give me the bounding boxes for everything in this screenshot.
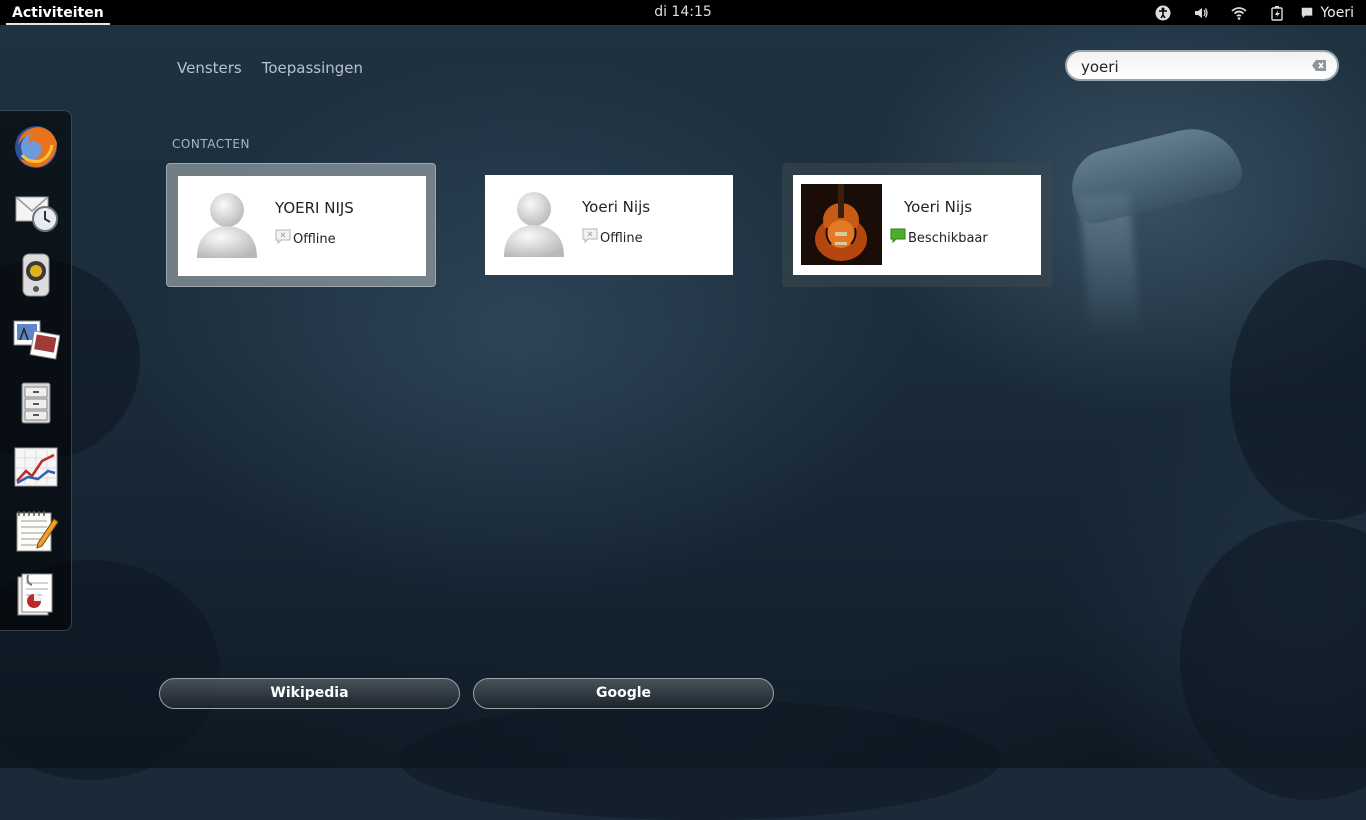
text-editor-icon: [16, 511, 59, 552]
wikipedia-search-button[interactable]: Wikipedia: [159, 678, 460, 709]
search-box[interactable]: [1065, 50, 1339, 81]
contact-status-text: Offline: [293, 232, 336, 247]
contact-card: Yoeri Nijs Beschikbaar: [793, 175, 1041, 275]
default-avatar-icon: [504, 192, 564, 257]
contact-card: Yoeri Nijs Offline: [485, 175, 733, 275]
dash-item-system-monitor[interactable]: [10, 441, 62, 493]
contact-status: Beschikbaar: [890, 228, 988, 246]
top-panel: Activiteiten di 14:15 Yoeri: [0, 0, 1366, 25]
contact-name: Yoeri Nijs: [904, 198, 973, 216]
document-viewer-icon: [17, 573, 53, 616]
wifi-icon[interactable]: [1220, 0, 1258, 25]
contact-status: Offline: [582, 228, 643, 246]
search-input[interactable]: [1079, 55, 1313, 79]
rhythmbox-speaker-icon: [22, 253, 50, 297]
user-menu[interactable]: Yoeri: [1296, 5, 1366, 21]
contact-result[interactable]: Yoeri Nijs Beschikbaar: [782, 163, 1052, 287]
user-name: Yoeri: [1320, 4, 1354, 21]
contact-result[interactable]: YOERI NIJS Offline: [166, 163, 436, 287]
desktop-background: [0, 0, 1366, 820]
activities-button[interactable]: Activiteiten: [6, 0, 110, 25]
dash-item-shotwell[interactable]: [10, 313, 62, 365]
volume-icon[interactable]: [1182, 0, 1220, 25]
clock-button[interactable]: di 14:15: [654, 4, 712, 20]
offline-status-icon: [275, 229, 291, 244]
status-area: Yoeri: [1144, 0, 1366, 25]
evolution-mail-icon: [15, 196, 58, 232]
contact-name: Yoeri Nijs: [582, 198, 651, 216]
shotwell-photos-icon: [13, 320, 60, 360]
accessibility-icon[interactable]: [1144, 0, 1182, 25]
dash-item-firefox[interactable]: [10, 121, 62, 173]
tab-applications[interactable]: Toepassingen: [252, 56, 373, 80]
contact-status-text: Offline: [600, 231, 643, 246]
dash-item-rhythmbox[interactable]: [10, 249, 62, 301]
battery-icon[interactable]: [1258, 0, 1296, 25]
contact-card: YOERI NIJS Offline: [178, 176, 426, 276]
dash-item-evolution[interactable]: [10, 185, 62, 237]
guitar-photo-avatar: [801, 184, 882, 265]
dash-item-document-viewer[interactable]: [10, 569, 62, 621]
contact-name: YOERI NIJS: [275, 199, 354, 217]
contact-status-text: Beschikbaar: [908, 231, 988, 246]
firefox-icon: [15, 126, 57, 168]
chat-bubble-icon: [1302, 7, 1313, 18]
system-monitor-chart-icon: [14, 447, 58, 487]
available-status-icon: [890, 228, 906, 243]
google-search-button[interactable]: Google: [473, 678, 774, 709]
dash: [0, 110, 72, 631]
default-avatar-icon: [197, 193, 257, 258]
contact-status: Offline: [275, 229, 336, 247]
tab-windows[interactable]: Vensters: [167, 56, 252, 80]
view-selector: Vensters Toepassingen: [167, 56, 373, 80]
dash-item-text-editor[interactable]: [10, 505, 62, 557]
section-title-contacts: CONTACTEN: [172, 137, 250, 151]
background-spaceship: [1064, 118, 1246, 228]
dash-item-file-manager[interactable]: [10, 377, 62, 429]
clear-search-icon[interactable]: [1311, 59, 1327, 72]
file-manager-cabinet-icon: [21, 382, 51, 424]
offline-status-icon: [582, 228, 598, 243]
contact-result[interactable]: Yoeri Nijs Offline: [474, 163, 744, 287]
